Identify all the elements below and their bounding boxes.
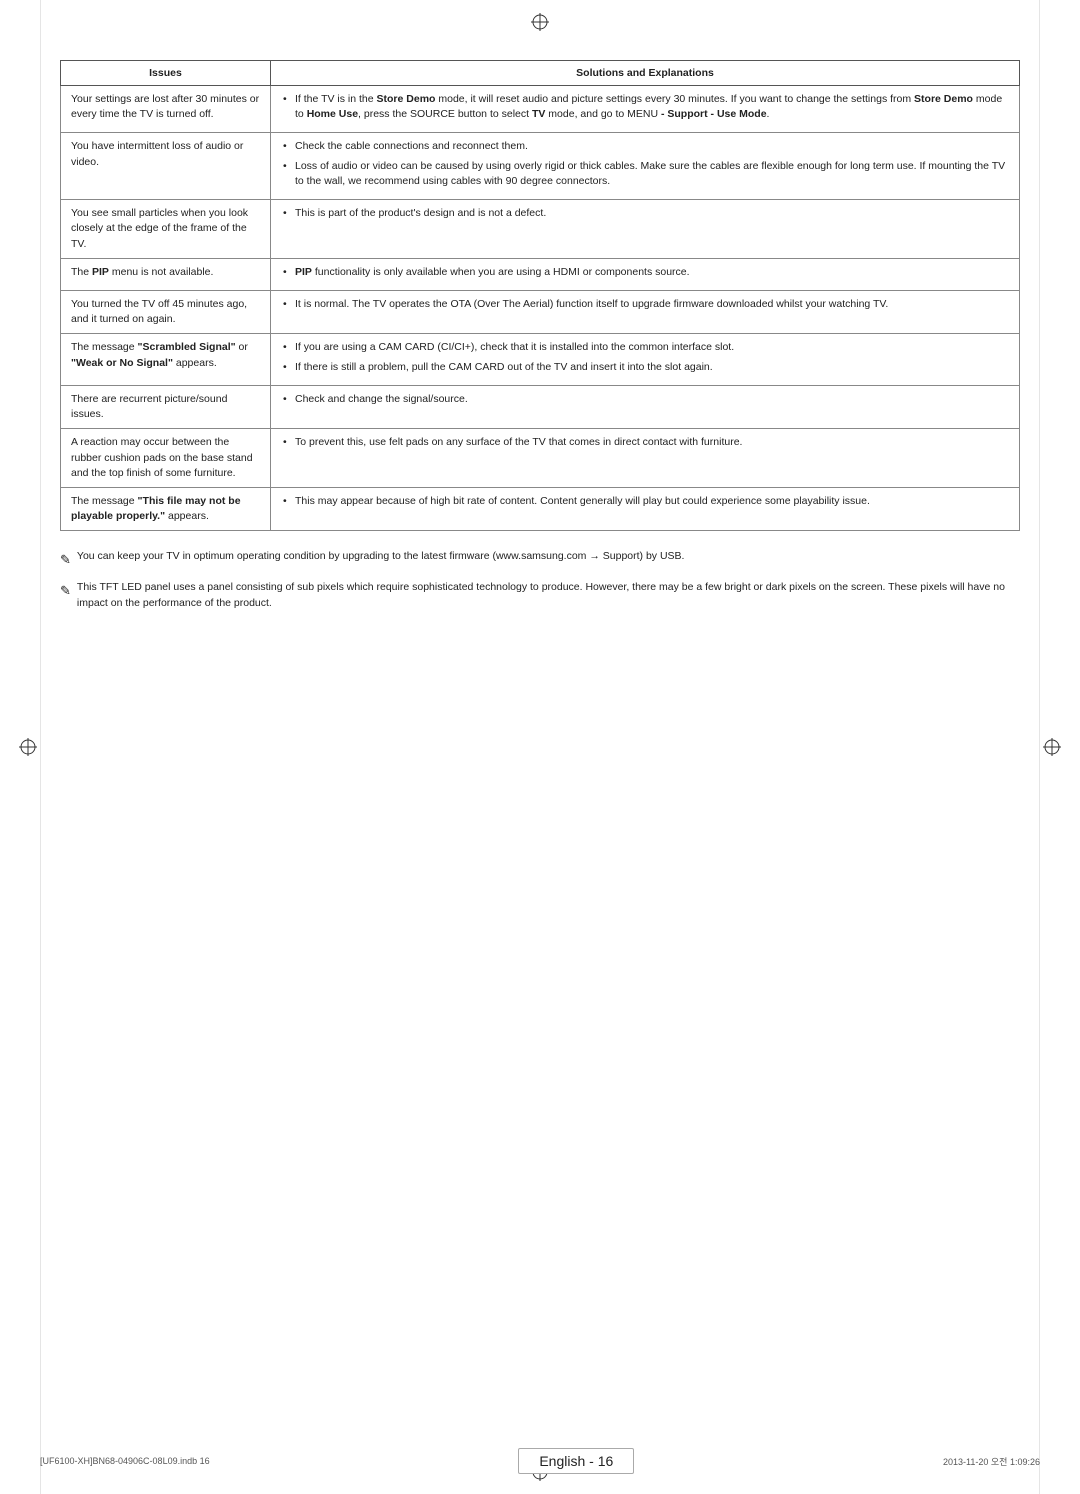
issue-cell-6: The message "Scrambled Signal" or "Weak … [61,334,271,385]
solution-item: If there is still a problem, pull the CA… [281,360,1009,375]
footer-left-text: [UF6100-XH]BN68-04906C-08L09.indb 16 [40,1456,210,1466]
note-text-1: You can keep your TV in optimum operatin… [77,549,1020,565]
solution-cell-2: Check the cable connections and reconnec… [271,133,1020,200]
table-row: Your settings are lost after 30 minutes … [61,86,1020,133]
page-footer: [UF6100-XH]BN68-04906C-08L09.indb 16 Eng… [0,1448,1080,1474]
page-number-box: English - 16 [518,1448,634,1474]
issue-text-4: The PIP menu is not available. [71,266,213,278]
solution-cell-6: If you are using a CAM CARD (CI/CI+), ch… [271,334,1020,385]
issue-cell-1: Your settings are lost after 30 minutes … [61,86,271,133]
content-area: Issues Solutions and Explanations Your s… [60,60,1020,611]
issue-cell-8: A reaction may occur between the rubber … [61,429,271,488]
note-text-2: This TFT LED panel uses a panel consisti… [77,580,1020,612]
solution-cell-8: To prevent this, use felt pads on any su… [271,429,1020,488]
table-row: You see small particles when you look cl… [61,200,1020,259]
issue-cell-3: You see small particles when you look cl… [61,200,271,259]
issue-cell-7: There are recurrent picture/sound issues… [61,385,271,428]
issue-cell-4: The PIP menu is not available. [61,258,271,290]
note-icon-2: ✎ [60,581,71,601]
table-header-solutions: Solutions and Explanations [271,61,1020,86]
table-row: You turned the TV off 45 minutes ago, an… [61,290,1020,333]
table-row: A reaction may occur between the rubber … [61,429,1020,488]
note-line-1: ✎ You can keep your TV in optimum operat… [60,549,1020,570]
issue-cell-5: You turned the TV off 45 minutes ago, an… [61,290,271,333]
issue-text-8: A reaction may occur between the rubber … [71,436,253,478]
footer-right-text: 2013-11-20 오전 1:09:26 [943,1455,1040,1468]
notes-section: ✎ You can keep your TV in optimum operat… [60,549,1020,611]
solution-cell-5: It is normal. The TV operates the OTA (O… [271,290,1020,333]
table-row: The message "This file may not be playab… [61,487,1020,530]
solution-cell-4: PIP functionality is only available when… [271,258,1020,290]
note-icon-1: ✎ [60,550,71,570]
solution-cell-7: Check and change the signal/source. [271,385,1020,428]
solution-item: It is normal. The TV operates the OTA (O… [281,297,1009,312]
issue-cell-2: You have intermittent loss of audio or v… [61,133,271,200]
note-line-2: ✎ This TFT LED panel uses a panel consis… [60,580,1020,612]
solution-item: PIP functionality is only available when… [281,265,1009,280]
issue-text-2: You have intermittent loss of audio or v… [71,140,243,167]
solution-cell-9: This may appear because of high bit rate… [271,487,1020,530]
table-row: The PIP menu is not available. PIP funct… [61,258,1020,290]
solution-item: To prevent this, use felt pads on any su… [281,435,1009,450]
troubleshoot-table: Issues Solutions and Explanations Your s… [60,60,1020,531]
page-container: Issues Solutions and Explanations Your s… [0,0,1080,1494]
solution-item: Loss of audio or video can be caused by … [281,159,1009,189]
solution-cell-3: This is part of the product's design and… [271,200,1020,259]
solution-item: If you are using a CAM CARD (CI/CI+), ch… [281,340,1009,355]
solution-item: If the TV is in the Store Demo mode, it … [281,92,1009,122]
solution-item: This may appear because of high bit rate… [281,494,1009,509]
issue-text-9: The message "This file may not be playab… [71,495,241,522]
issue-text-3: You see small particles when you look cl… [71,207,248,249]
table-row: The message "Scrambled Signal" or "Weak … [61,334,1020,385]
issue-cell-9: The message "This file may not be playab… [61,487,271,530]
solution-cell-1: If the TV is in the Store Demo mode, it … [271,86,1020,133]
issue-text-1: Your settings are lost after 30 minutes … [71,93,259,120]
issue-text-7: There are recurrent picture/sound issues… [71,393,227,420]
solution-item: This is part of the product's design and… [281,206,1009,221]
table-row: There are recurrent picture/sound issues… [61,385,1020,428]
table-header-issues: Issues [61,61,271,86]
solution-item: Check and change the signal/source. [281,392,1009,407]
issue-text-6: The message "Scrambled Signal" or "Weak … [71,341,248,368]
issue-text-5: You turned the TV off 45 minutes ago, an… [71,298,247,325]
solution-item: Check the cable connections and reconnec… [281,139,1009,154]
table-row: You have intermittent loss of audio or v… [61,133,1020,200]
